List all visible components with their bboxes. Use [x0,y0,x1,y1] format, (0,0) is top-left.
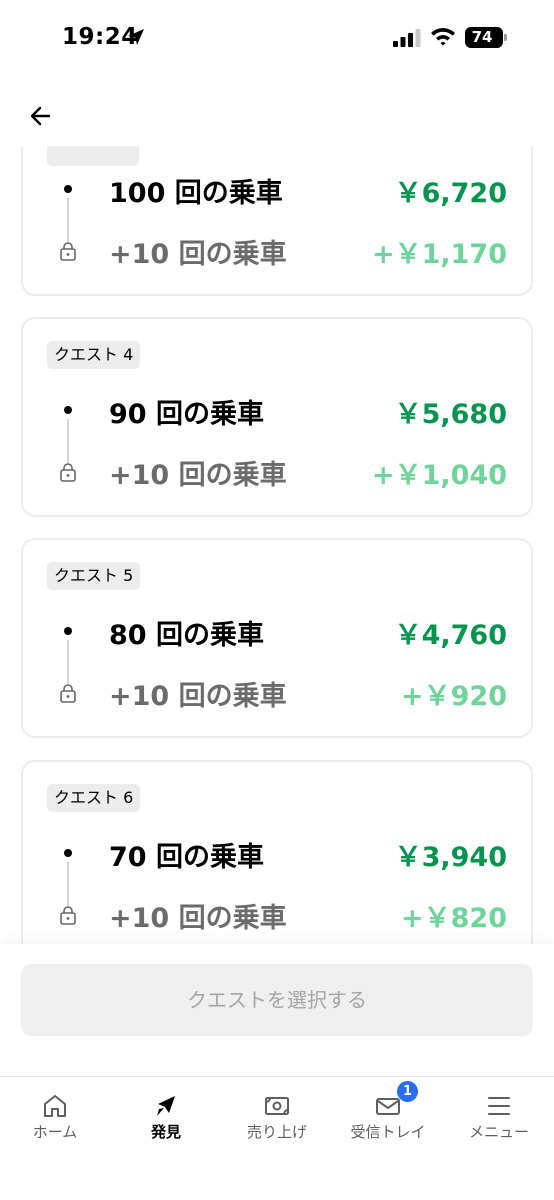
tab-bar: ホーム 発見 売り上げ 1 受信トレイ メニュー [0,1076,554,1200]
milestone-dot [64,849,72,857]
wifi-icon [431,28,455,46]
quest-card[interactable]: 100 回の乗車 ￥6,720 +10 回の乗車 +￥1,170 [21,146,533,296]
quest-reward-value: ￥4,760 [394,620,507,651]
quest-bonus-label: +10 回の乗車 [109,903,287,934]
quest-bonus-label: +10 回の乗車 [109,239,287,270]
lock-icon [60,906,76,925]
arrow-left-icon[interactable] [24,98,60,134]
home-icon [44,1095,66,1117]
compass-icon [157,1096,175,1116]
quest-reward-value: ￥3,940 [394,842,507,873]
quest-badge: クエスト 5 [47,562,141,590]
tab-home[interactable]: ホーム [0,1077,110,1157]
quest-bonus-value: +￥920 [401,681,507,712]
milestone-connector [67,419,69,463]
quest-target-label: 70 回の乗車 [109,842,264,873]
lock-icon [60,684,76,703]
quest-target-label: 90 回の乗車 [109,399,264,430]
milestone-connector [67,640,69,684]
quest-reward-value: ￥5,680 [394,399,507,430]
earnings-icon [265,1097,289,1115]
quest-bonus-label: +10 回の乗車 [109,681,287,712]
location-arrow-icon [128,29,144,45]
quest-card[interactable]: クエスト 4 90 回の乗車 ￥5,680 +10 回の乗車 +￥1,040 [21,317,533,517]
quest-target-label: 100 回の乗車 [109,178,283,209]
quest-list[interactable]: 100 回の乗車 ￥6,720 +10 回の乗車 +￥1,170 クエスト 4 … [0,146,554,944]
quest-card[interactable]: クエスト 6 70 回の乗車 ￥3,940 +10 回の乗車 +￥820 [21,760,533,944]
tab-inbox[interactable]: 1 受信トレイ [333,1077,443,1157]
mail-icon [376,1098,400,1115]
battery-level: 74 [471,28,493,46]
tab-label: 売り上げ [246,1123,307,1141]
quest-target-label: 80 回の乗車 [109,620,264,651]
milestone-dot [64,627,72,635]
battery-icon: 74 [465,27,507,48]
status-bar: 19:24 74 [0,0,554,76]
menu-icon [488,1097,510,1115]
quest-reward-value: ￥6,720 [394,178,507,209]
tab-discover[interactable]: 発見 [111,1077,221,1157]
quest-bonus-value: +￥1,170 [371,239,507,270]
tab-label: メニュー [468,1123,529,1141]
tab-menu[interactable]: メニュー [444,1077,554,1157]
quest-badge: クエスト 4 [47,341,141,369]
quest-card[interactable]: クエスト 5 80 回の乗車 ￥4,760 +10 回の乗車 +￥920 [21,538,533,738]
milestone-dot [64,406,72,414]
quest-bonus-value: +￥820 [401,903,507,934]
milestone-dot [64,185,72,193]
quest-badge [47,146,139,166]
lock-icon [60,242,76,261]
milestone-connector [67,198,69,242]
cellular-signal-icon [393,29,421,47]
select-quest-button[interactable]: クエストを選択する [21,964,533,1036]
quest-bonus-label: +10 回の乗車 [109,460,287,491]
tab-label: ホーム [32,1123,78,1141]
tab-label: 発見 [150,1123,181,1141]
quest-bonus-value: +￥1,040 [371,460,507,491]
notification-badge: 1 [397,1081,418,1102]
milestone-connector [67,862,69,906]
tab-label: 受信トレイ [350,1123,426,1141]
quest-badge: クエスト 6 [47,784,141,812]
tab-earnings[interactable]: 売り上げ [222,1077,332,1157]
lock-icon [60,463,76,482]
